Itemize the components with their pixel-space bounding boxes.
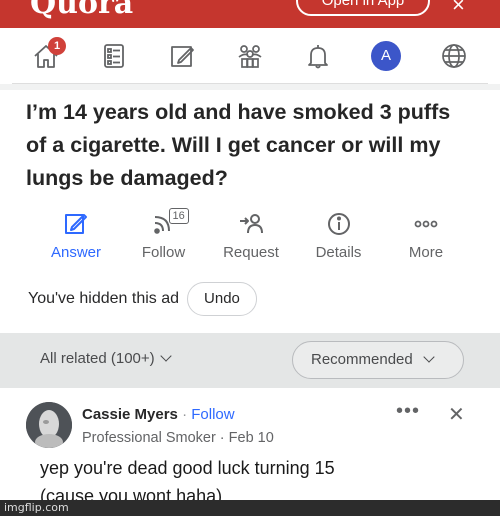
author-line: Cassie Myers · Follow (82, 406, 235, 423)
answer-line-1: yep you're dead good luck turning 15 (40, 458, 335, 478)
meta-separator: · (215, 430, 229, 446)
open-in-app-button[interactable]: Open in App (296, 0, 430, 16)
author-meta: Professional Smoker · Feb 10 (82, 430, 274, 446)
bell-icon (308, 44, 328, 68)
author-credential[interactable]: Professional Smoker (82, 430, 216, 446)
chevron-down-icon (423, 351, 435, 363)
answer-date[interactable]: Feb 10 (229, 430, 274, 446)
question-title[interactable]: I’m 14 years old and have smoked 3 puffs… (26, 96, 476, 195)
hidden-ad-row: You've hidden this ad Undo (28, 282, 257, 316)
name-separator: · (182, 406, 188, 423)
request-icon (240, 214, 263, 234)
author-avatar[interactable] (26, 402, 72, 448)
pencil-icon (65, 214, 87, 234)
answer-feed-icon (104, 43, 124, 68)
author-name[interactable]: Cassie Myers (82, 406, 178, 423)
language-nav[interactable] (432, 34, 476, 78)
watermark-bar: imgflip.com (0, 500, 500, 516)
spaces-nav[interactable] (228, 34, 272, 78)
answer-button[interactable]: Answer (36, 210, 116, 266)
following-nav[interactable] (92, 34, 136, 78)
details-label: Details (315, 244, 362, 261)
undo-button[interactable]: Undo (187, 282, 257, 316)
answer-label: Answer (50, 244, 102, 261)
write-icon (171, 45, 194, 67)
sort-dropdown[interactable]: Recommended (292, 341, 464, 379)
request-label: Request (223, 244, 279, 261)
author-photo (26, 402, 72, 448)
divider (0, 84, 500, 90)
question-actions: Answer 16 Follow Request Details More (36, 208, 466, 266)
imgflip-watermark: imgflip.com (4, 501, 69, 514)
nav-bar: 1 A (12, 28, 488, 84)
globe-icon (442, 43, 466, 68)
related-bar: All related (100+) Recommended (0, 333, 500, 388)
notifications-nav[interactable] (296, 34, 340, 78)
more-label: More (408, 244, 444, 261)
details-button[interactable]: Details (299, 210, 379, 266)
dismiss-answer-icon[interactable]: ✕ (448, 402, 465, 427)
chevron-down-icon (159, 350, 172, 362)
app-header: Quora Open in App × (0, 0, 500, 28)
related-filter[interactable]: All related (100+) (40, 350, 172, 367)
follow-label: Follow (141, 244, 186, 261)
profile-nav[interactable]: A (364, 34, 408, 78)
close-banner-icon[interactable]: × (452, 0, 465, 18)
quora-logo[interactable]: Quora (30, 0, 133, 21)
spaces-icon (238, 44, 262, 68)
notification-badge: 1 (48, 36, 66, 55)
more-dots-icon (414, 220, 438, 228)
info-icon (327, 213, 350, 235)
home-nav[interactable]: 1 (24, 34, 68, 78)
more-button[interactable]: More (386, 210, 466, 266)
answer-more-icon[interactable]: ••• (396, 400, 420, 423)
follow-button[interactable]: 16 Follow (124, 208, 204, 266)
related-label: All related (100+) (40, 350, 155, 367)
follow-count: 16 (168, 208, 189, 224)
profile-avatar: A (371, 40, 401, 71)
follow-author-link[interactable]: Follow (191, 406, 234, 423)
sort-label: Recommended (311, 351, 413, 368)
write-nav[interactable] (160, 34, 204, 78)
hidden-ad-text: You've hidden this ad (28, 290, 180, 307)
request-button[interactable]: Request (211, 210, 291, 266)
